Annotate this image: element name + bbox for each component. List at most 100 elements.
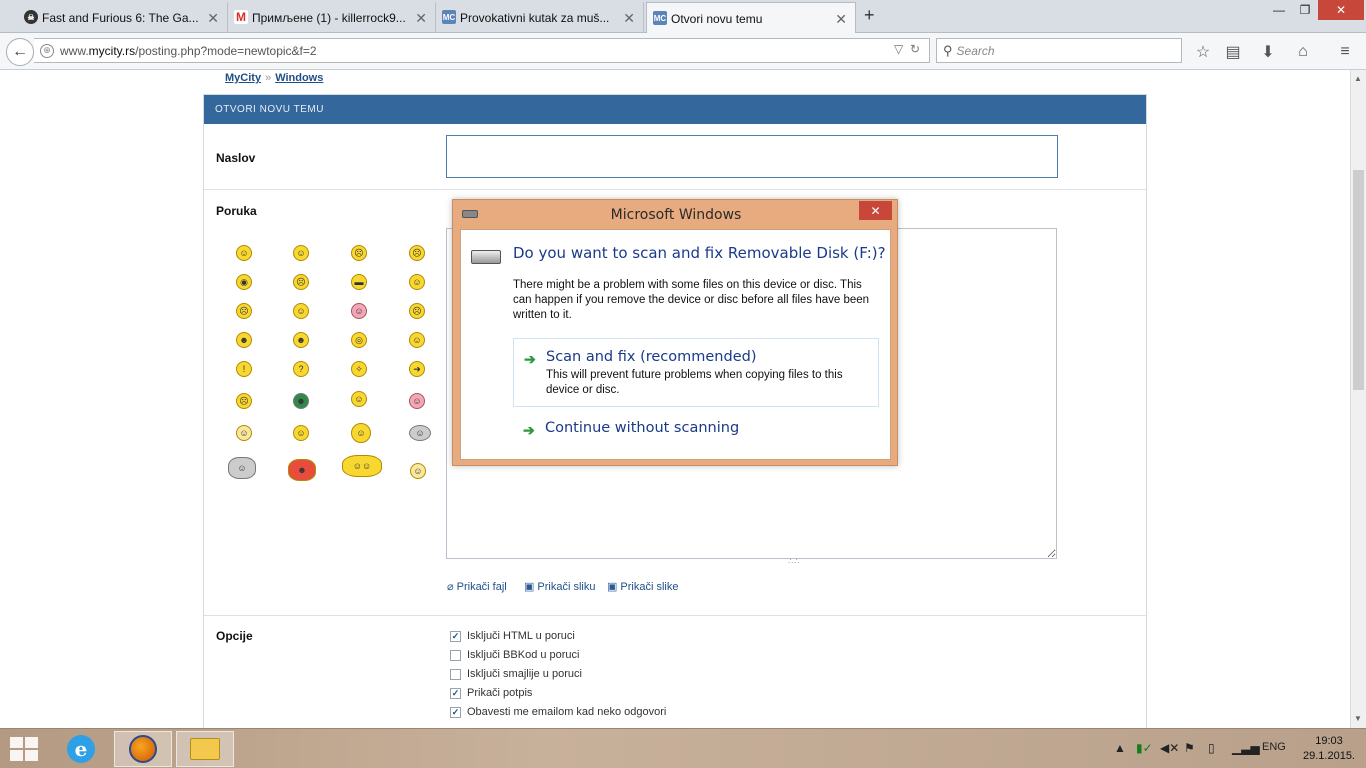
- smiley-icon[interactable]: ☺: [293, 245, 309, 261]
- restore-icon[interactable]: ❐: [1290, 0, 1320, 20]
- browser-tab[interactable]: M Примљене (1) - killerrock9... ✕: [228, 2, 436, 33]
- url-bar[interactable]: ⊕ www.mycity.rs/posting.php?mode=newtopi…: [34, 38, 930, 63]
- network-signal-icon[interactable]: ▁▃▅: [1232, 741, 1260, 755]
- close-tab-icon[interactable]: ✕: [623, 10, 635, 27]
- bookmark-star-icon[interactable]: ☆: [1192, 41, 1214, 63]
- dialog-close-button[interactable]: ✕: [859, 201, 892, 220]
- smiley-icon[interactable]: ☹: [293, 274, 309, 290]
- scroll-thumb[interactable]: [1353, 170, 1364, 390]
- smiley-icon[interactable]: ☺: [409, 274, 425, 290]
- back-button[interactable]: ←: [6, 38, 34, 66]
- start-button[interactable]: [10, 737, 38, 761]
- volume-muted-icon[interactable]: ◀✕: [1160, 741, 1179, 755]
- continue-without-scanning-button[interactable]: ➔ Continue without scanning: [513, 410, 879, 444]
- tab-title: Provokativni kutak za muš...: [460, 10, 610, 25]
- checkbox[interactable]: ✓: [450, 706, 461, 718]
- smiley-icon[interactable]: ☻: [288, 459, 316, 481]
- new-tab-icon[interactable]: +: [864, 5, 875, 26]
- idea-smiley-icon[interactable]: ✧: [351, 361, 367, 377]
- smiley-icon[interactable]: ☺: [351, 423, 371, 443]
- close-tab-icon[interactable]: ✕: [207, 10, 219, 27]
- smiley-icon[interactable]: ☹: [351, 245, 367, 261]
- resize-grip-icon[interactable]: ∴∴: [788, 557, 800, 566]
- smiley-icon[interactable]: ☹: [409, 245, 425, 261]
- smiley-icon[interactable]: ☹: [236, 303, 252, 319]
- battery-icon[interactable]: ▯: [1208, 741, 1215, 755]
- smiley-icon[interactable]: ☹: [409, 303, 425, 319]
- dialog-question: Do you want to scan and fix Removable Di…: [513, 244, 886, 262]
- dialog-description: There might be a problem with some files…: [513, 279, 870, 321]
- checkbox[interactable]: [450, 668, 461, 680]
- smiley-icon[interactable]: ▬: [351, 274, 367, 290]
- smiley-icon[interactable]: ☺: [293, 425, 309, 441]
- action-center-flag-icon[interactable]: ⚑: [1184, 741, 1195, 755]
- reload-icon[interactable]: ↻: [910, 42, 920, 56]
- taskbar-firefox[interactable]: [114, 731, 172, 767]
- row-divider: [204, 189, 1146, 190]
- smiley-icon[interactable]: ☺: [351, 391, 367, 407]
- smiley-icon[interactable]: ☺: [236, 245, 252, 261]
- page-scrollbar[interactable]: ▲ ▼: [1350, 70, 1366, 728]
- scan-and-fix-button[interactable]: ➔ Scan and fix (recommended) This will p…: [513, 338, 879, 407]
- option-disable-smilies[interactable]: Isključi smajlije u poruci: [450, 668, 582, 680]
- arrow-smiley-icon[interactable]: ➜: [409, 361, 425, 377]
- browser-tab-active[interactable]: MC Otvori novu temu ✕: [646, 2, 856, 34]
- option-disable-bbcode[interactable]: Isključi BBKod u poruci: [450, 649, 580, 661]
- close-tab-icon[interactable]: ✕: [835, 11, 847, 28]
- smiley-icon[interactable]: ☺: [409, 393, 425, 409]
- language-indicator[interactable]: ENG: [1262, 741, 1286, 753]
- home-icon[interactable]: ⌂: [1292, 41, 1314, 63]
- exclamation-smiley-icon[interactable]: !: [236, 361, 252, 377]
- smiley-icon[interactable]: ☺: [293, 303, 309, 319]
- smiley-icon[interactable]: ☺: [409, 425, 431, 441]
- smiley-icon[interactable]: ◉: [236, 274, 252, 290]
- taskbar-explorer[interactable]: [176, 731, 234, 767]
- mycity-icon: MC: [653, 11, 667, 25]
- smiley-icon[interactable]: ☺: [228, 457, 256, 479]
- scroll-down-icon[interactable]: ▼: [1354, 714, 1362, 723]
- checkbox[interactable]: [450, 649, 461, 661]
- close-tab-icon[interactable]: ✕: [415, 10, 427, 27]
- browser-tab[interactable]: MC Provokativni kutak za muš... ✕: [436, 2, 644, 33]
- safely-remove-icon[interactable]: ▮✓: [1136, 741, 1153, 755]
- gmail-icon: M: [234, 10, 248, 24]
- smiley-icon[interactable]: ☺: [410, 463, 426, 479]
- smiley-icon[interactable]: ☻: [293, 393, 309, 409]
- smiley-icon[interactable]: ☹: [236, 393, 252, 409]
- reading-list-icon[interactable]: ▤: [1222, 41, 1244, 63]
- attach-images-link[interactable]: ▣ Prikači slike: [607, 580, 678, 594]
- menu-icon[interactable]: ≡: [1334, 41, 1356, 63]
- search-bar[interactable]: ⚲ Search: [936, 38, 1182, 63]
- scroll-up-icon[interactable]: ▲: [1354, 74, 1362, 83]
- window-close-icon[interactable]: ✕: [1318, 0, 1364, 20]
- breadcrumb-link-root[interactable]: MyCity: [225, 72, 261, 84]
- breadcrumb-link-current[interactable]: Windows: [275, 72, 323, 84]
- option-disable-html[interactable]: ✓ Isključi HTML u poruci: [450, 630, 575, 642]
- download-icon[interactable]: ⬇: [1257, 41, 1279, 63]
- option-subtitle: This will prevent future problems when c…: [546, 369, 843, 396]
- taskbar-ie[interactable]: e: [52, 731, 110, 767]
- taskbar-clock[interactable]: 19:03 29.1.2015.: [1296, 734, 1362, 764]
- checkbox[interactable]: ✓: [450, 687, 461, 699]
- subject-input[interactable]: [446, 135, 1058, 178]
- attach-file-link[interactable]: ⌀ Prikači fajl: [447, 580, 507, 594]
- option-attach-signature[interactable]: ✓ Prikači potpis: [450, 687, 532, 699]
- smiley-icon[interactable]: ☺: [351, 303, 367, 319]
- attach-image-link[interactable]: ▣ Prikači sliku: [524, 580, 595, 594]
- smiley-icon[interactable]: ☻: [236, 332, 252, 348]
- smiley-icon[interactable]: ☺: [409, 332, 425, 348]
- checkbox[interactable]: ✓: [450, 630, 461, 642]
- browser-tab[interactable]: ☠ Fast and Furious 6: The Ga... ✕: [18, 2, 228, 33]
- option-notify-email[interactable]: ✓ Obavesti me emailom kad neko odgovori: [450, 706, 666, 718]
- question-smiley-icon[interactable]: ?: [293, 361, 309, 377]
- smiley-icon[interactable]: ◎: [351, 332, 367, 348]
- smiley-icon[interactable]: ☺☺: [342, 455, 382, 477]
- clock-time: 19:03: [1315, 735, 1343, 747]
- dropdown-arrow-icon[interactable]: ▽: [894, 42, 903, 56]
- skull-icon: ☠: [24, 10, 38, 24]
- tab-title: Otvori novu temu: [671, 11, 763, 26]
- show-hidden-icons[interactable]: ▲: [1114, 741, 1126, 755]
- globe-icon: ⊕: [40, 43, 54, 58]
- smiley-icon[interactable]: ☻: [293, 332, 309, 348]
- smiley-icon[interactable]: ☺: [236, 425, 252, 441]
